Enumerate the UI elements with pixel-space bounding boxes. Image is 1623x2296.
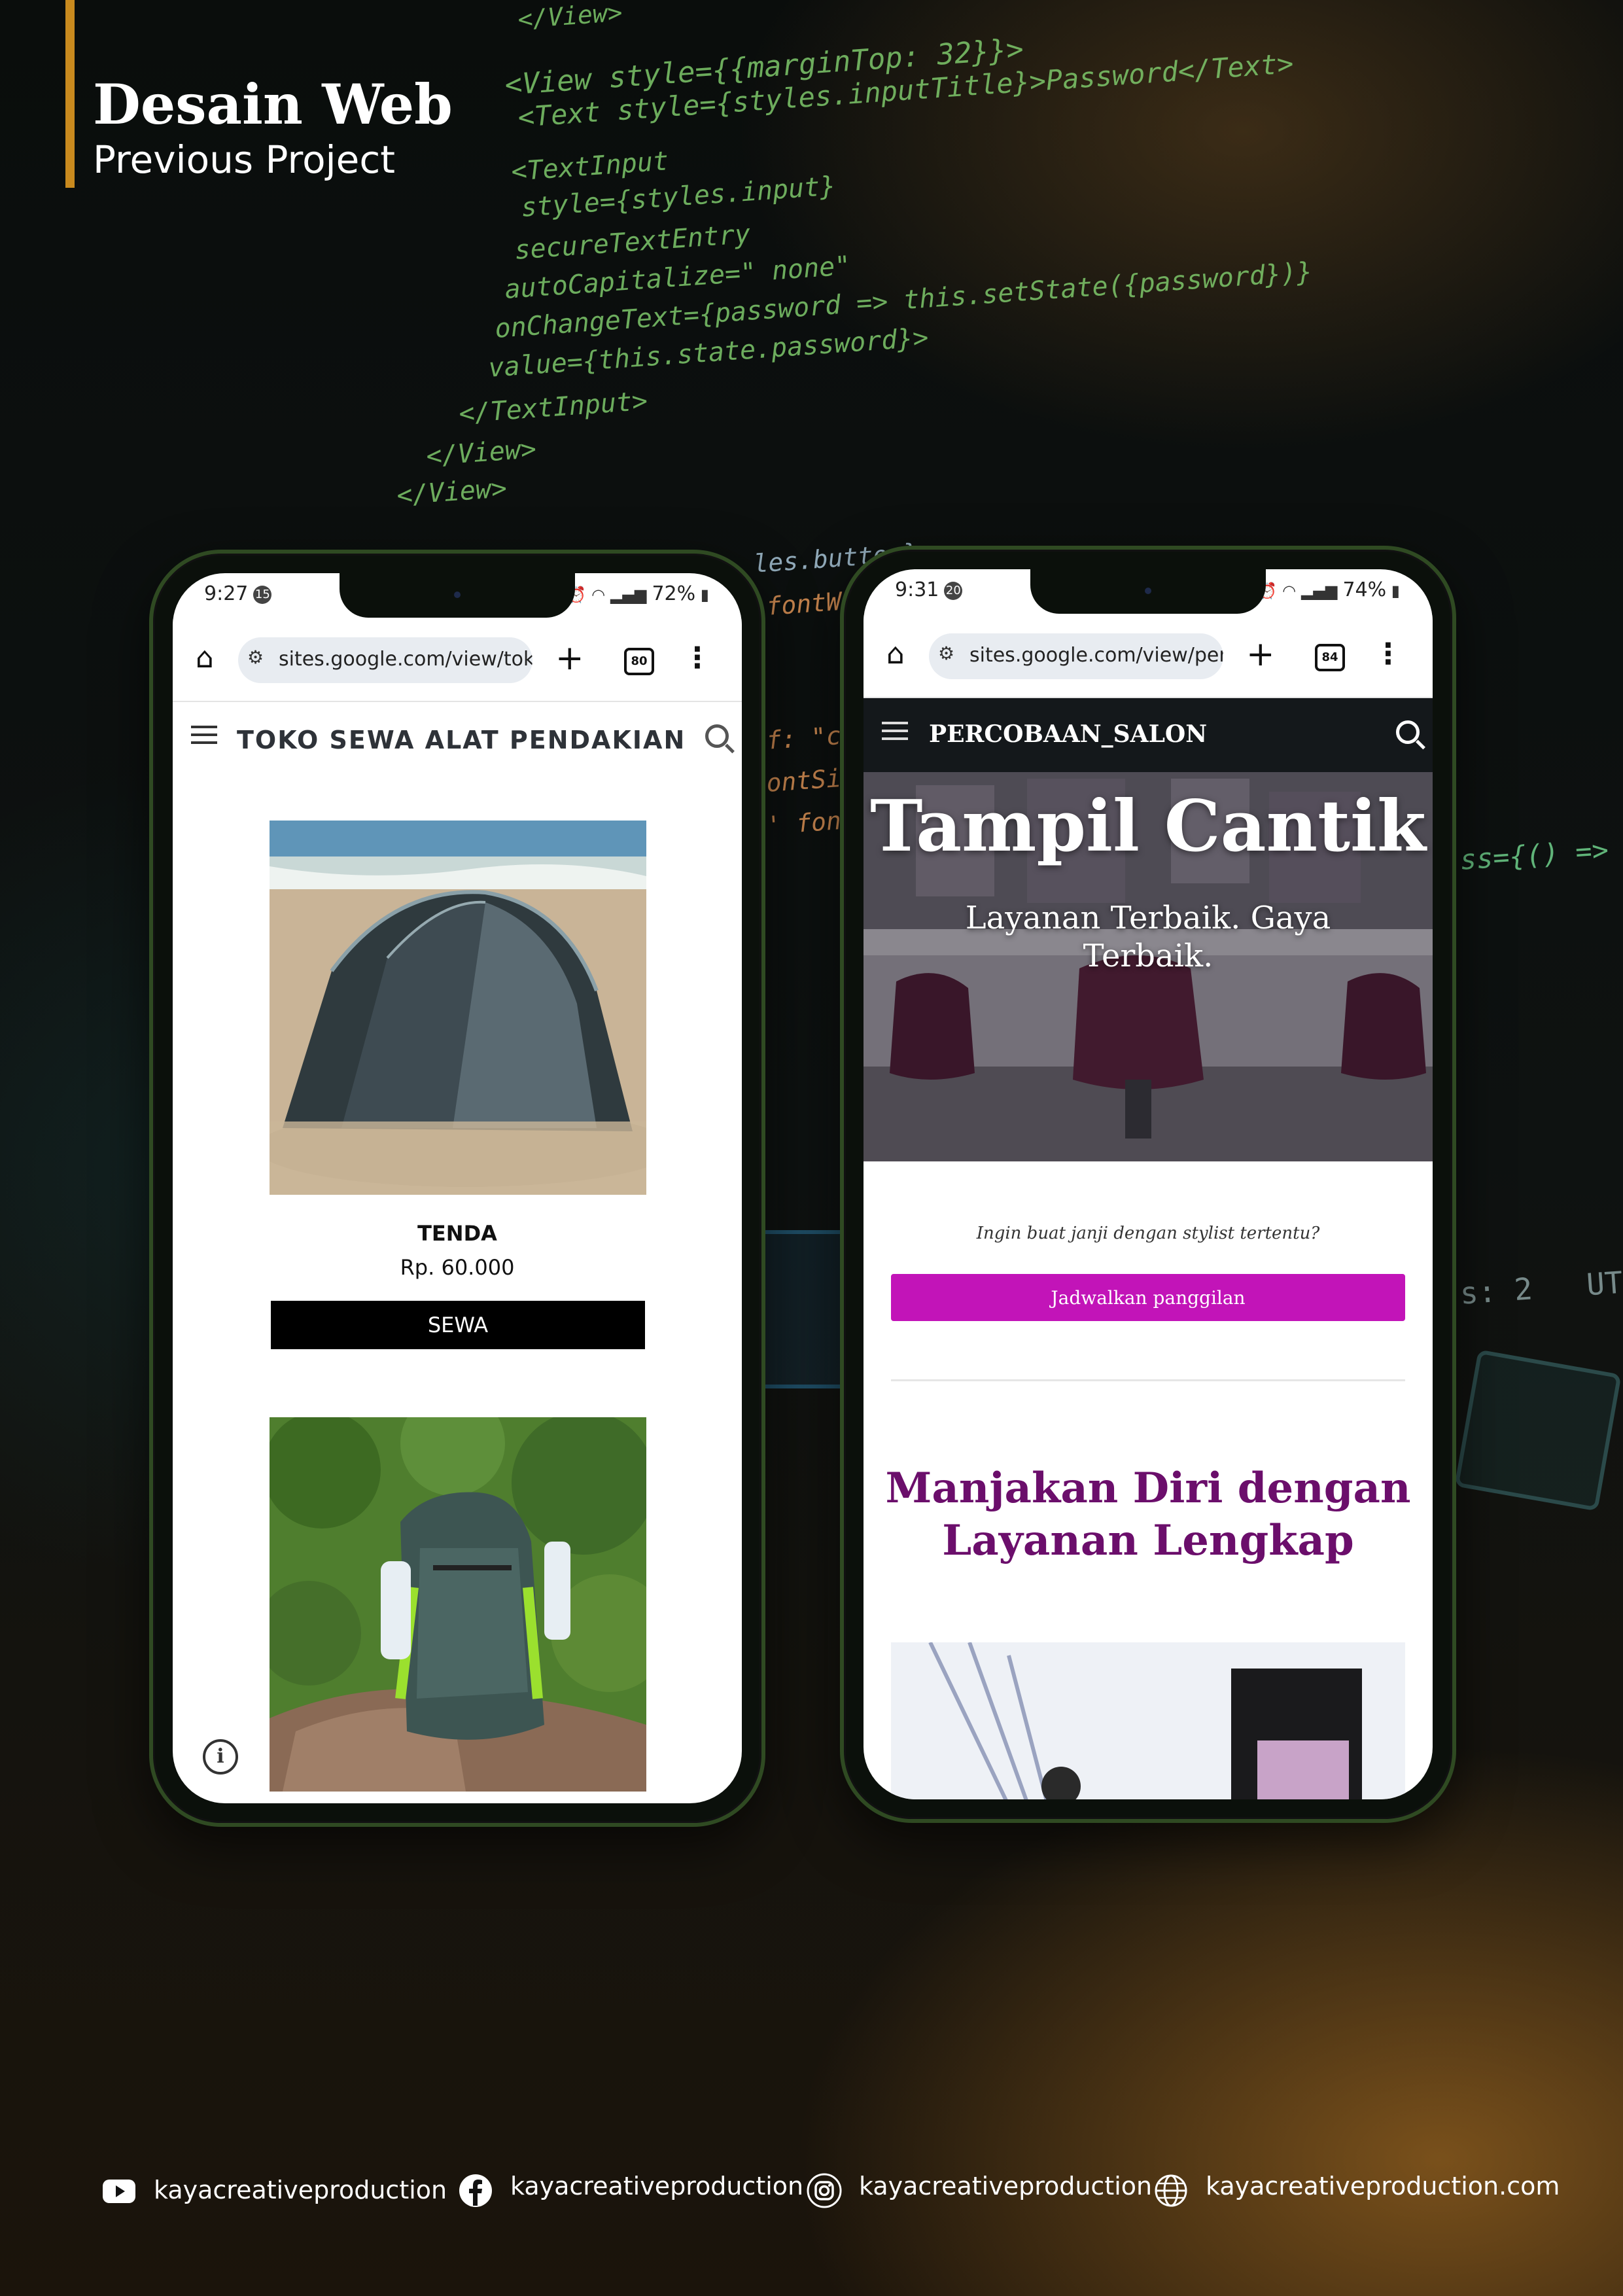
phone-right-screen: 9:31 20 ⏰ ◠ ▂▄▆ 74% ▮ ⌂ ⚙ sites.google.com/v… [864, 569, 1433, 1799]
code-line: </View> [396, 473, 508, 511]
address-bar[interactable]: ⚙ sites.google.com/view/toko [238, 637, 532, 683]
code-line: </View> [425, 434, 538, 472]
battery-icon: ▮ [1386, 582, 1400, 600]
service-image[interactable] [891, 1642, 1405, 1799]
phone-notch [340, 573, 575, 618]
code-line: </TextInput> [458, 385, 649, 429]
page-subtitle: Previous Project [93, 137, 395, 182]
battery-level: 72% [652, 582, 696, 605]
site-title[interactable]: PERCOBAAN_SALON [929, 720, 1207, 748]
phone-notch [1030, 569, 1266, 614]
code-line: ' fon [765, 806, 843, 840]
more-menu-icon[interactable]: ⋮ [683, 639, 712, 678]
product-price: Rp. 60.000 [400, 1255, 515, 1280]
address-bar[interactable]: ⚙ sites.google.com/view/perc [929, 633, 1223, 679]
terminal-window-shape [1454, 1349, 1622, 1511]
site-header: TOKO SEWA ALAT PENDAKIAN [173, 701, 742, 776]
code-line: <TextInput [510, 146, 670, 187]
code-line: ss={() => [1459, 834, 1610, 876]
youtube-icon [103, 2180, 135, 2203]
code-line: secureTextEntry [514, 219, 752, 266]
new-tab-icon[interactable]: + [555, 639, 584, 678]
site-title[interactable]: TOKO SEWA ALAT PENDAKIAN [237, 726, 686, 754]
hero-banner: Tampil Cantik Layanan Terbaik. Gaya Terb… [864, 772, 1433, 1161]
site-settings-icon[interactable]: ⚙ [938, 643, 954, 664]
signal-icon: ▂▄▆ [1301, 582, 1338, 600]
tent-photo [270, 821, 646, 1195]
browser-toolbar: ⌂ ⚙ sites.google.com/view/perc + 84 ⋮ [864, 615, 1433, 698]
camera-icon [454, 592, 461, 598]
home-icon[interactable]: ⌂ [879, 638, 912, 671]
rent-button[interactable]: SEWA [271, 1301, 645, 1349]
booking-prompt: Ingin buat janji dengan stylist tertentu… [976, 1224, 1320, 1243]
code-line: s: 2 UTF [1459, 1263, 1623, 1311]
url-text: sites.google.com/view/perc [969, 644, 1223, 667]
phone-left-screen: 9:27 15 ⏰ ◠ ▂▄▆ 72% ▮ ⌂ ⚙ sites.google.com/v… [173, 573, 742, 1803]
hero-subtitle: Layanan Terbaik. Gaya Terbaik. [965, 900, 1331, 974]
hamburger-menu-icon[interactable] [882, 722, 908, 740]
footer: kayacreativeproduction kayacreativeprodu… [0, 2163, 1623, 2215]
globe-icon [1155, 2174, 1187, 2207]
search-icon[interactable] [705, 724, 729, 748]
backpack-image[interactable] [270, 1417, 646, 1792]
new-tab-icon[interactable]: + [1246, 635, 1275, 674]
wifi-icon: ◠ [591, 586, 606, 604]
camera-icon [1145, 588, 1151, 594]
site-settings-icon[interactable]: ⚙ [247, 646, 264, 668]
url-text: sites.google.com/view/toko [279, 648, 532, 671]
section-divider [891, 1379, 1405, 1381]
youtube-handle: kayacreativeproduction [154, 2176, 447, 2204]
browser-toolbar: ⌂ ⚙ sites.google.com/view/toko + 80 ⋮ [173, 619, 742, 702]
backpack-photo [270, 1417, 646, 1792]
title-accent-bar [65, 0, 75, 188]
tent-image[interactable] [270, 821, 646, 1195]
status-time: 9:31 [895, 578, 939, 601]
signal-icon: ▂▄▆ [610, 586, 647, 604]
page-title: Desain Web [93, 72, 453, 137]
instagram-icon [807, 2173, 842, 2208]
battery-icon: ▮ [695, 586, 709, 604]
code-line: </View> [517, 0, 623, 34]
phone-left: 9:27 15 ⏰ ◠ ▂▄▆ 72% ▮ ⌂ ⚙ sites.google.com/v… [149, 550, 765, 1827]
wifi-icon: ◠ [1282, 582, 1297, 600]
tab-switcher-button[interactable]: 80 [624, 648, 654, 675]
website-url: kayacreativeproduction.com [1206, 2172, 1560, 2200]
instagram-handle: kayacreativeproduction [859, 2172, 1153, 2200]
product-name: TENDA [417, 1221, 497, 1246]
battery-level: 74% [1342, 578, 1387, 601]
site-header: PERCOBAAN_SALON [864, 697, 1433, 772]
status-time: 9:27 [204, 582, 249, 605]
notification-badge: 20 [944, 582, 963, 600]
notification-badge: 15 [253, 586, 272, 604]
phone-right: 9:31 20 ⏰ ◠ ▂▄▆ 74% ▮ ⌂ ⚙ sites.google.com/v… [840, 546, 1456, 1823]
section-title: Manjakan Diri dengan Layanan Lengkap [885, 1464, 1411, 1565]
home-icon[interactable]: ⌂ [188, 642, 221, 675]
salon-tools-photo [891, 1642, 1405, 1799]
schedule-call-button[interactable]: Jadwalkan panggilan [891, 1274, 1405, 1321]
hamburger-menu-icon[interactable] [191, 726, 217, 744]
tab-switcher-button[interactable]: 84 [1315, 644, 1345, 671]
info-icon[interactable]: i [203, 1739, 238, 1775]
more-menu-icon[interactable]: ⋮ [1374, 635, 1403, 674]
code-line: ontSi [765, 764, 843, 798]
facebook-icon [459, 2174, 492, 2207]
hero-title: Tampil Cantik [870, 785, 1426, 868]
facebook-handle: kayacreativeproduction [510, 2172, 804, 2200]
search-icon[interactable] [1396, 720, 1420, 744]
